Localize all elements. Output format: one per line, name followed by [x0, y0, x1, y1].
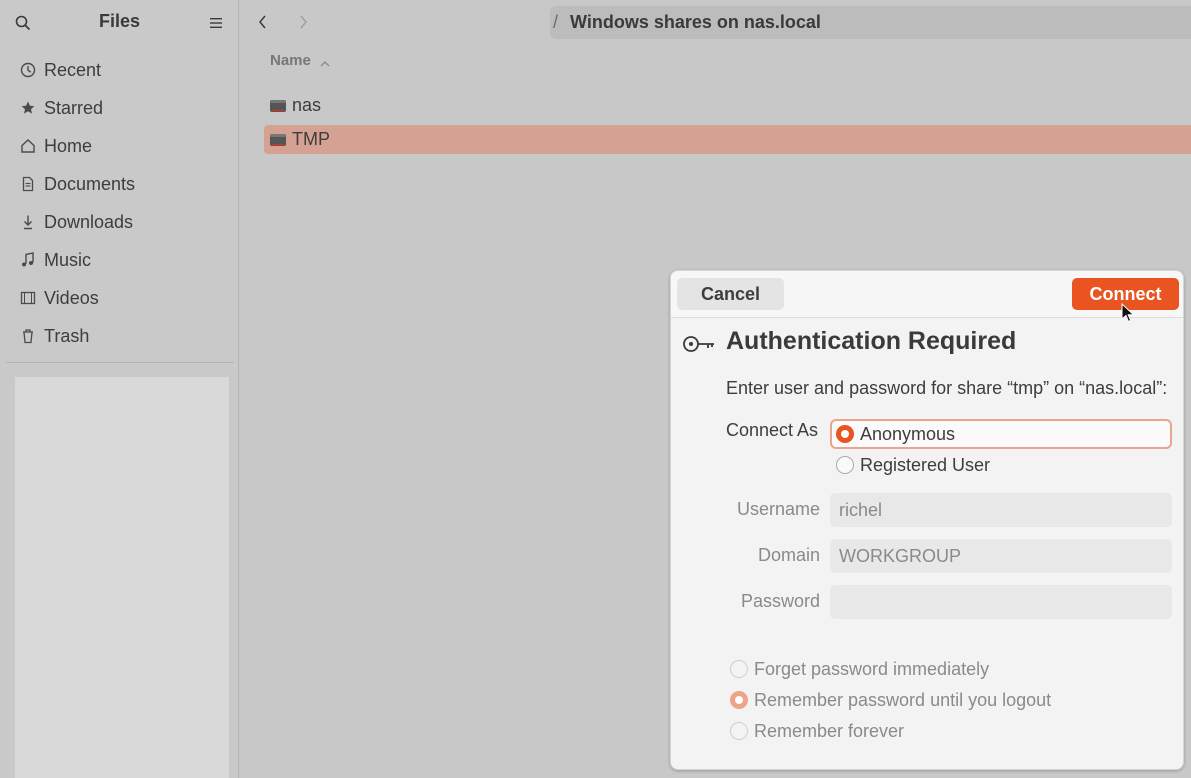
sidebar-item-music[interactable]: Music	[0, 241, 239, 279]
sidebar-places: Recent Starred Home Documents Downloads …	[0, 51, 239, 355]
radio-anonymous[interactable]: Anonymous	[830, 419, 1172, 449]
connect-as-label: Connect As	[726, 420, 819, 440]
password-label: Password	[740, 591, 820, 611]
remember-option-label: Remember forever	[754, 720, 905, 741]
sidebar-item-starred[interactable]: Starred	[0, 89, 239, 127]
path-current-location[interactable]: Windows shares on nas.local	[570, 12, 821, 33]
authentication-dialog: Cancel Connect Authentication Required E…	[670, 270, 1184, 770]
back-icon[interactable]	[255, 13, 271, 31]
list-item[interactable]: nas	[264, 91, 1191, 120]
column-header-label: Name	[270, 52, 311, 69]
sidebar-item-label: Downloads	[44, 211, 134, 232]
sidebar-item-label: Starred	[44, 97, 104, 118]
column-header-name[interactable]: Name	[270, 52, 331, 69]
radio-selected-icon	[836, 425, 854, 443]
video-icon	[19, 289, 37, 307]
sidebar-item-label: Music	[44, 249, 92, 270]
sort-ascending-icon	[319, 56, 331, 66]
radio-remember-forever[interactable]: Remember forever	[730, 718, 904, 744]
document-icon	[19, 175, 37, 193]
sidebar: Files Recent Starred Home Documents Down…	[0, 0, 239, 778]
item-name: TMP	[292, 129, 330, 149]
sidebar-item-label: Trash	[44, 325, 90, 346]
key-icon	[682, 333, 716, 355]
radio-remember-until-logout[interactable]: Remember password until you logout	[730, 687, 1051, 713]
dialog-message: Enter user and password for share “tmp” …	[726, 378, 1168, 398]
sidebar-item-label: Videos	[44, 287, 99, 308]
domain-label: Domain	[757, 545, 820, 565]
sidebar-item-label: Home	[44, 135, 93, 156]
sidebar-empty-panel	[15, 377, 229, 778]
path-bar[interactable]: / Windows shares on nas.local	[550, 6, 1191, 39]
clock-icon	[19, 61, 37, 79]
radio-registered-label: Registered User	[860, 454, 991, 475]
radio-unselected-icon	[730, 660, 748, 678]
remember-option-label: Remember password until you logout	[754, 689, 1052, 710]
sidebar-item-trash[interactable]: Trash	[0, 317, 239, 355]
star-icon	[19, 99, 37, 117]
domain-field[interactable]: WORKGROUP	[830, 539, 1172, 573]
cancel-button[interactable]: Cancel	[677, 278, 784, 310]
sidebar-item-label: Documents	[44, 173, 136, 194]
sidebar-item-label: Recent	[44, 59, 102, 80]
sidebar-divider	[6, 362, 234, 363]
radio-registered-user[interactable]: Registered User	[830, 452, 990, 478]
password-field[interactable]	[830, 585, 1172, 619]
sidebar-item-downloads[interactable]: Downloads	[0, 203, 239, 241]
remember-option-label: Forget password immediately	[754, 658, 990, 679]
list-item-selected[interactable]: TMP	[264, 125, 1191, 154]
mouse-pointer-icon	[1121, 302, 1135, 323]
forward-icon[interactable]	[295, 13, 311, 31]
sidebar-item-videos[interactable]: Videos	[0, 279, 239, 317]
username-label: Username	[736, 499, 820, 519]
network-share-icon	[269, 98, 287, 114]
radio-selected-icon	[730, 691, 748, 709]
home-icon	[19, 137, 37, 155]
radio-unselected-icon	[730, 722, 748, 740]
radio-forget-password[interactable]: Forget password immediately	[730, 656, 989, 682]
dialog-header: Cancel Connect	[671, 271, 1183, 323]
item-name: nas	[292, 95, 322, 115]
music-icon	[19, 251, 37, 269]
sidebar-item-home[interactable]: Home	[0, 127, 239, 165]
username-field[interactable]: richel	[830, 493, 1172, 527]
dialog-title: Authentication Required	[726, 327, 1017, 355]
download-icon	[19, 213, 37, 231]
sidebar-item-recent[interactable]: Recent	[0, 51, 239, 89]
app-title: Files	[98, 11, 141, 31]
sidebar-item-documents[interactable]: Documents	[0, 165, 239, 203]
trash-icon	[19, 327, 37, 345]
radio-unselected-icon	[836, 456, 854, 474]
sidebar-header: Files	[0, 0, 239, 45]
radio-anonymous-label: Anonymous	[860, 423, 956, 444]
menu-icon[interactable]	[208, 15, 224, 31]
network-share-icon	[269, 132, 287, 148]
path-separator: /	[553, 12, 559, 32]
